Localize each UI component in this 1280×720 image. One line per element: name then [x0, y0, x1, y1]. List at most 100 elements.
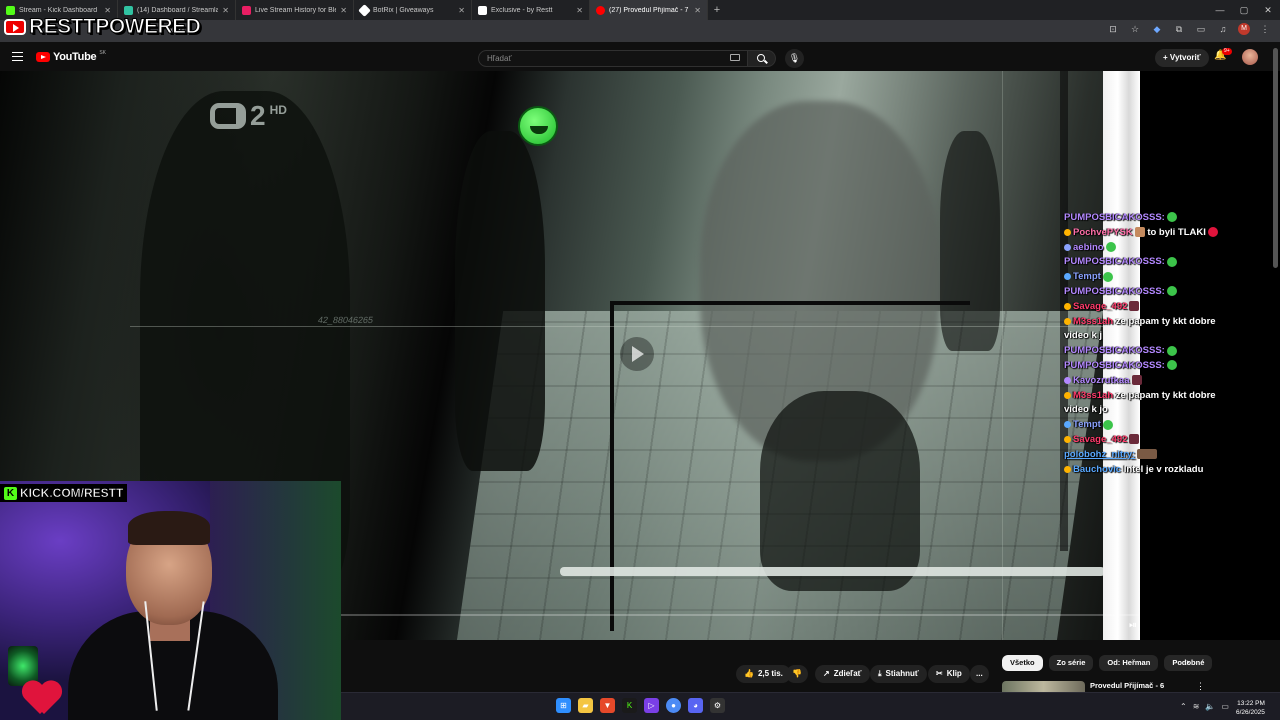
chat-username: PUMPOSBICAKOSSS:: [1064, 345, 1165, 357]
ct2-hd-logo: 2 HD: [210, 102, 287, 130]
scissors-icon: ✂: [936, 669, 943, 678]
account-avatar[interactable]: [1242, 49, 1258, 65]
close-window-icon[interactable]: ✕: [1256, 0, 1280, 20]
discord-icon[interactable]: ◕: [688, 698, 703, 713]
kick-app-icon[interactable]: K: [622, 698, 637, 713]
red-emote-icon: [1207, 227, 1218, 238]
tab-label: (27) Provedul Přijímač - 7 Rozsl: [609, 6, 690, 14]
chip-all[interactable]: Všetko: [1002, 655, 1043, 671]
media-controls-icon[interactable]: ♫: [1216, 24, 1230, 34]
maximize-icon[interactable]: ▢: [1232, 0, 1256, 20]
more-actions-button[interactable]: ...: [970, 665, 989, 683]
sub-badge-icon: [1064, 273, 1071, 281]
tab-exclusive[interactable]: Exclusive - by Restt ✕: [472, 0, 590, 20]
botrix-favicon-icon: [358, 3, 371, 17]
video-stamp-text: 42_88046265: [317, 315, 374, 325]
tab-label: Live Stream History for Blerp St: [255, 6, 336, 14]
more-menu-icon[interactable]: ⋮: [1258, 24, 1272, 35]
play-button-icon[interactable]: [620, 337, 654, 371]
windows-start-icon[interactable]: ⊞: [556, 698, 571, 713]
extension-icon[interactable]: ◆: [1150, 24, 1164, 35]
chat-username: polobohz_nitry:: [1064, 448, 1136, 460]
obs-like-app-icon[interactable]: ▷: [644, 698, 659, 713]
chat-username: PUMPOSBICAKOSSS:: [1064, 212, 1165, 223]
chat-message: Bauchovic Intel je v rozkladu: [1064, 463, 1274, 478]
search-icon: [757, 54, 765, 62]
app-icon[interactable]: ⚙: [710, 698, 725, 713]
keyboard-icon[interactable]: [730, 54, 740, 61]
new-tab-button[interactable]: +: [708, 4, 726, 16]
autoplay-toggle-icon[interactable]: ⏯: [1126, 619, 1140, 633]
youtube-header: YouTube SK Hľadať 🎙 + Vytvoriť 🔔 9+: [0, 44, 1280, 71]
download-button[interactable]: ⤓ Stiahnuť: [870, 665, 927, 683]
chat-username: Tempt: [1073, 271, 1101, 283]
chat-message-continuation: video k j: [1064, 329, 1274, 344]
profile-avatar[interactable]: M: [1238, 23, 1250, 35]
tab-label: Stream - Kick Dashboard: [19, 6, 98, 14]
hamburger-menu-icon[interactable]: [12, 52, 23, 61]
chat-message: M3ss1ah ze papam ty kkt dobre: [1064, 315, 1274, 330]
dislike-button[interactable]: 👎: [786, 665, 808, 683]
browser-toolbar: ⊡ ☆ ◆ ⧉ ▭ ♫ M ⋮: [1106, 23, 1272, 35]
chat-text: to byli TLAKI: [1147, 226, 1206, 238]
voice-search-button[interactable]: 🎙: [785, 49, 804, 68]
thumbs-down-icon: 👎: [792, 669, 802, 678]
split-view-icon[interactable]: ▭: [1194, 24, 1208, 35]
video-figure-shape: [455, 131, 545, 471]
minimize-icon[interactable]: —: [1208, 0, 1232, 20]
heart-icon: [22, 682, 62, 718]
battery-icon[interactable]: ▭: [1221, 702, 1229, 711]
bookmark-star-icon[interactable]: ☆: [1128, 24, 1142, 35]
like-count: 2,5 tis.: [757, 669, 783, 678]
exclusive-favicon-icon: [478, 5, 487, 15]
screen: Stream - Kick Dashboard ✕ (14) Dashboard …: [0, 0, 1280, 720]
windows-taskbar: [341, 692, 1280, 720]
close-tab-icon[interactable]: ✕: [576, 6, 583, 15]
chip-from-channel[interactable]: Od: Heřman: [1099, 655, 1159, 671]
video-progress-bar[interactable]: [341, 614, 1140, 616]
check-emote-icon: [1166, 360, 1177, 371]
emote-icon: [1131, 375, 1142, 386]
close-tab-icon[interactable]: ✕: [340, 6, 347, 15]
tab-blerp[interactable]: Live Stream History for Blerp St ✕: [236, 0, 354, 20]
close-tab-icon[interactable]: ✕: [222, 6, 229, 15]
puzzle-extensions-icon[interactable]: ⧉: [1172, 24, 1186, 35]
sub-badge-icon: [1064, 435, 1071, 443]
frame-line: [610, 301, 614, 631]
chat-text: ze papam ty kkt dobre: [1115, 389, 1216, 401]
taskbar-clock[interactable]: 13:22 PM 6/26/2025: [1236, 699, 1265, 717]
clip-button[interactable]: ✂ Klip: [928, 665, 970, 683]
more-vert-icon[interactable]: ⋮: [1196, 681, 1205, 692]
clock-time: 13:22 PM: [1237, 700, 1265, 707]
white-bar-shape: [560, 567, 1105, 576]
volume-icon[interactable]: 🔈: [1205, 702, 1215, 711]
wifi-icon[interactable]: ≋: [1193, 702, 1200, 711]
install-app-icon[interactable]: ⊡: [1106, 24, 1120, 35]
chevron-right-icon[interactable]: ›: [1186, 657, 1189, 668]
like-button[interactable]: 👍 2,5 tis.: [736, 665, 791, 683]
search-button[interactable]: [748, 50, 776, 67]
file-explorer-icon[interactable]: ▰: [578, 698, 593, 713]
share-arrow-icon: ↗: [823, 669, 830, 678]
chat-message: polobohz_nitry:: [1064, 448, 1274, 463]
chip-from-series[interactable]: Zo série: [1048, 655, 1094, 671]
chat-text: Intel je v rozkladu: [1123, 463, 1204, 475]
close-tab-icon[interactable]: ✕: [694, 6, 701, 15]
create-button[interactable]: + Vytvoriť: [1155, 49, 1209, 67]
brave-browser-icon[interactable]: ▼: [600, 698, 615, 713]
tab-botrix[interactable]: BotRix | Giveaways ✕: [354, 0, 472, 20]
close-tab-icon[interactable]: ✕: [458, 6, 465, 15]
stream-chat-overlay: PUMPOSBICAKOSSS: PochvePYSK to byli TLAK…: [1064, 211, 1274, 477]
chat-message: Savage_492: [1064, 300, 1274, 315]
search-input[interactable]: Hľadať: [478, 50, 748, 67]
notification-count-badge: 9+: [1222, 48, 1232, 55]
tray-chevron-icon[interactable]: ⌃: [1180, 702, 1187, 711]
tab-youtube-active[interactable]: (27) Provedul Přijímač - 7 Rozsl ✕: [590, 0, 708, 20]
thumbs-up-icon: 👍: [744, 669, 754, 678]
recommendation-filter-chips: Všetko Zo série Od: Heřman Podobné: [1002, 655, 1213, 671]
share-button[interactable]: ↗ Zdieľať: [815, 665, 870, 683]
overlay-line: [130, 326, 1140, 327]
youtube-logo[interactable]: YouTube SK: [36, 50, 106, 63]
chrome-icon[interactable]: ●: [666, 698, 681, 713]
chat-message: PUMPOSBICAKOSSS:: [1064, 255, 1274, 270]
